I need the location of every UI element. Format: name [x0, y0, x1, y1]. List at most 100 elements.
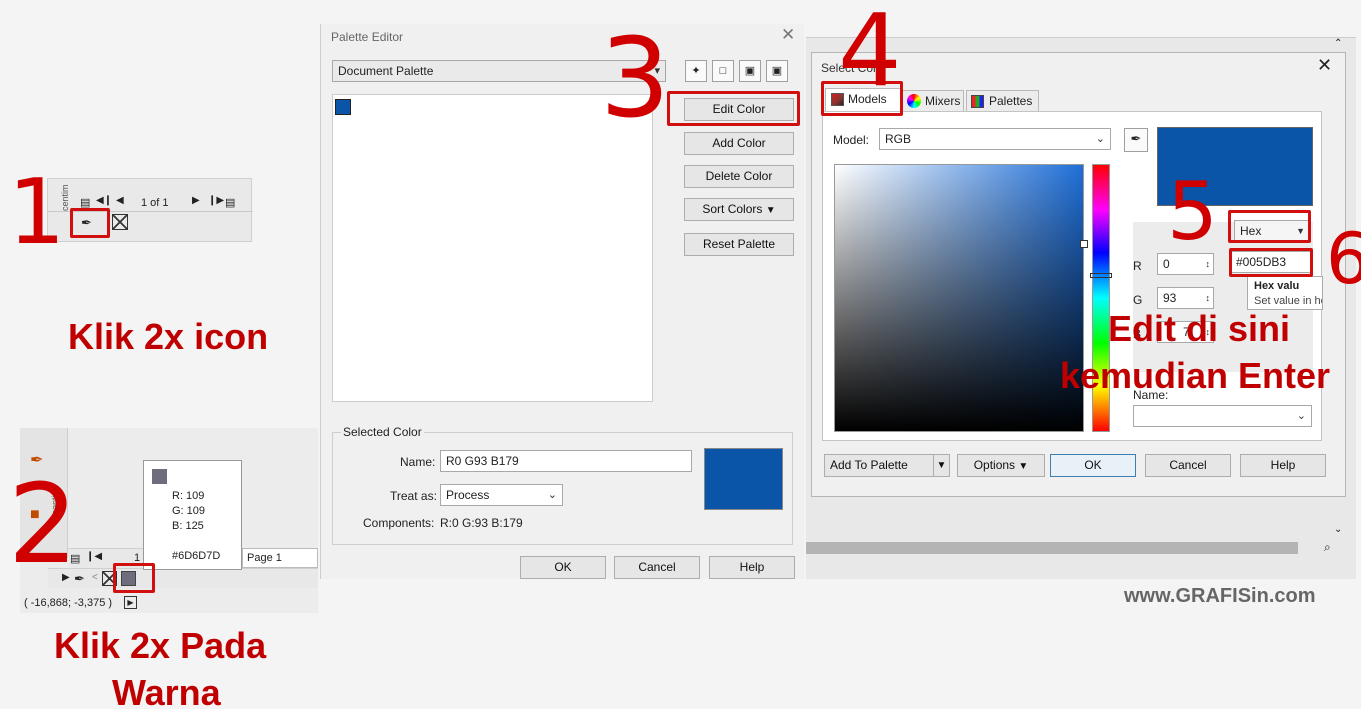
status-bar: ( -16,868; -3,375 ) ▶ [20, 594, 318, 613]
cancel-button[interactable]: Cancel [1145, 454, 1231, 477]
no-fill-swatch[interactable] [112, 214, 128, 230]
step3-numeral: 3 [600, 14, 670, 142]
chevron-down-icon: ▼ [765, 205, 776, 216]
palette-color-swatch[interactable] [335, 99, 351, 115]
cancel-button[interactable]: Cancel [614, 556, 700, 579]
save-icon[interactable]: ▣ [739, 60, 761, 82]
options-button[interactable]: Options ▼ [957, 454, 1045, 477]
model-value: RGB [885, 132, 912, 146]
sort-colors-button[interactable]: Sort Colors ▼ [684, 198, 794, 221]
scroll-down-icon[interactable]: ⌄ [1334, 524, 1342, 535]
tooltip-g: G: 109 [172, 505, 206, 517]
first-page-icon[interactable]: ◀❙ [96, 195, 112, 206]
tooltip-r: R: 109 [172, 490, 205, 502]
selected-color-preview [704, 448, 783, 510]
chevron-down-icon: ⌄ [1296, 410, 1306, 422]
ok-button[interactable]: OK [520, 556, 606, 579]
step6-numeral: 6 [1326, 218, 1361, 300]
window-title: Palette Editor [331, 30, 404, 44]
eyedropper-icon[interactable]: ✒ [1124, 128, 1148, 152]
page-tab-label: Page 1 [247, 552, 282, 564]
step1-numeral: 1 [8, 160, 66, 265]
page-tab[interactable]: Page 1 [242, 548, 318, 568]
color-field-marker[interactable] [1080, 240, 1088, 248]
highlight-hex-field [1229, 248, 1313, 277]
highlight-swatch [113, 563, 155, 593]
delete-color-button[interactable]: Delete Color [684, 165, 794, 188]
color-tooltip: R: 109 G: 109 B: 125 #6D6D7D [143, 460, 242, 570]
add-to-palette-menu-button[interactable]: ▼ [933, 454, 950, 477]
save-as-icon[interactable]: ▣ [766, 60, 788, 82]
selected-color-group: Selected Color Name: R0 G93 B179 Treat a… [332, 425, 793, 545]
treat-as-dropdown[interactable]: Process ⌄ [440, 484, 563, 506]
step2-caption-line1: Klik 2x Pada [54, 625, 267, 666]
horizontal-scrollbar[interactable] [806, 542, 1298, 554]
palette-bar: ▶ ✒ < [48, 568, 318, 588]
help-button[interactable]: Help [709, 556, 795, 579]
group-title: Selected Color [341, 425, 424, 439]
name-dropdown[interactable]: ⌄ [1133, 405, 1312, 427]
add-color-button[interactable]: Add Color [684, 132, 794, 155]
tab-mixers-label: Mixers [925, 94, 961, 108]
reset-palette-button[interactable]: Reset Palette [684, 233, 794, 256]
highlight-eyedropper [70, 208, 110, 238]
spinner-icon[interactable]: ↕ [1206, 288, 1211, 308]
treat-as-value: Process [446, 488, 490, 502]
name-field[interactable]: R0 G93 B179 [440, 450, 692, 472]
components-value: R:0 G:93 B:179 [440, 516, 523, 530]
tab-palettes[interactable]: Palettes [966, 90, 1039, 112]
name-label: Name: [400, 455, 436, 469]
tab-mixers[interactable]: Mixers [902, 90, 964, 112]
add-page-end-icon[interactable]: ▤ [225, 196, 235, 209]
scroll-up-icon[interactable]: ⌃ [1334, 38, 1342, 49]
step4-numeral: 4 [838, 0, 902, 109]
name-value: R0 G93 B179 [446, 454, 519, 468]
sort-colors-label: Sort Colors [702, 202, 763, 216]
watermark: www.GRAFISin.com [1124, 585, 1316, 607]
zoom-icon[interactable]: ⌕ [1324, 540, 1331, 555]
r-label: R [1133, 259, 1142, 273]
step2-caption-line2: Warna [112, 672, 221, 709]
open-folder-icon[interactable]: □ [712, 60, 734, 82]
help-button[interactable]: Help [1240, 454, 1326, 477]
close-icon[interactable]: ✕ [1317, 55, 1332, 76]
palette-dropdown-value: Document Palette [338, 64, 434, 78]
first-page-icon[interactable]: ❙◀ [86, 551, 102, 562]
g-field[interactable]: 93 ↕ [1157, 287, 1214, 309]
close-icon[interactable]: ✕ [781, 25, 795, 45]
components-label: Components: [363, 516, 435, 530]
step5-caption-line1: Edit di sini [1108, 308, 1291, 349]
prev-page-icon[interactable]: ◀ [116, 195, 124, 206]
hex-tooltip: Hex valu Set value in hexad [1247, 276, 1323, 310]
tab-palettes-label: Palettes [989, 94, 1033, 108]
cursor-coords: ( -16,868; -3,375 ) [24, 597, 113, 609]
g-value: 93 [1163, 291, 1177, 305]
add-to-palette-button[interactable]: Add To Palette [824, 454, 934, 477]
palette-grid-icon [971, 95, 984, 108]
chevron-down-icon: ▼ [1018, 461, 1029, 472]
treat-as-label: Treat as: [390, 489, 437, 503]
step5-caption-line2: kemudian Enter [1060, 355, 1331, 396]
options-label: Options [973, 458, 1016, 472]
step2-numeral: 2 [8, 460, 78, 588]
ok-button[interactable]: OK [1050, 454, 1136, 477]
tooltip-b: B: 125 [172, 520, 204, 532]
new-palette-icon[interactable]: ✦ [685, 60, 707, 82]
last-page-icon[interactable]: ❙▶ [208, 195, 224, 206]
model-dropdown[interactable]: RGB ⌄ [879, 128, 1111, 150]
color-field[interactable] [834, 164, 1088, 432]
tooltip-hex: #6D6D7D [172, 550, 221, 562]
hex-tooltip-body: Set value in hexad [1254, 295, 1322, 307]
page-counter: 1 of 1 [141, 197, 169, 209]
next-page-icon[interactable]: ▶ [192, 195, 200, 206]
hex-tooltip-title: Hex valu [1254, 280, 1300, 292]
scroll-left-icon[interactable]: < [92, 572, 98, 583]
chevron-down-icon: ⌄ [547, 489, 557, 501]
r-value: 0 [1163, 257, 1170, 271]
hue-slider-handle[interactable] [1090, 273, 1112, 278]
step5-numeral: 5 [1167, 165, 1218, 258]
add-to-palette-label: Add To Palette [830, 458, 908, 472]
g-label: G [1133, 293, 1143, 307]
color-wheel-icon [907, 94, 921, 108]
play-icon[interactable]: ▶ [124, 596, 137, 609]
